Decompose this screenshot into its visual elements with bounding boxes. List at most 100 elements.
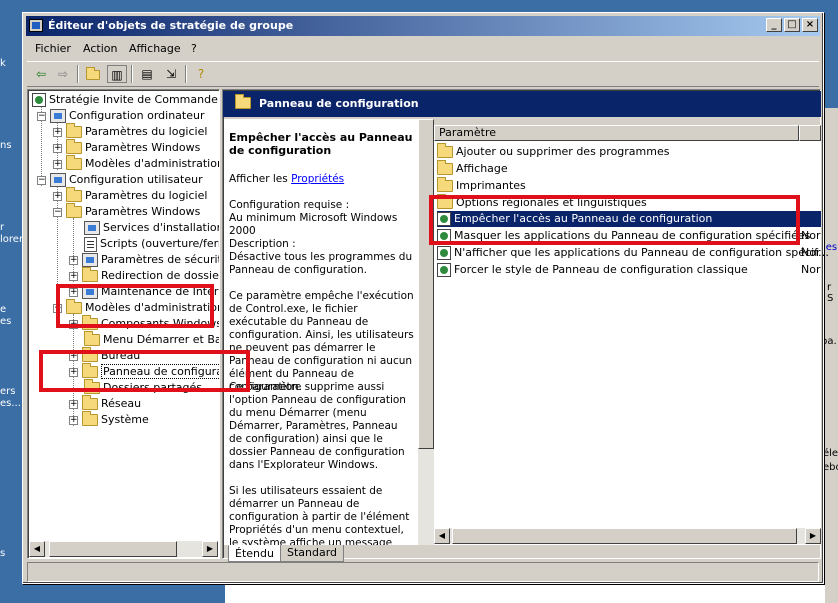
expand-toggle[interactable]: + [69,272,78,281]
view-tabs: Étendu Standard [228,545,438,563]
minimize-button[interactable]: _ [766,18,782,32]
scroll-left-arrow-icon[interactable]: ◀ [434,528,450,544]
export-list-icon[interactable]: ⇲ [161,65,181,83]
tree-item[interactable]: Paramètres Windows [66,139,200,156]
state-value: Nor [801,263,821,276]
tree-item[interactable]: Paramètres Windows [66,203,200,220]
folder-icon [437,177,453,192]
tree-item[interactable]: Redirection de dossiers [82,267,219,284]
forward-arrow-icon[interactable]: ⇨ [53,65,73,83]
script-icon [84,236,97,252]
expand-toggle[interactable]: + [53,160,62,169]
collapse-toggle[interactable]: − [37,176,46,185]
status-bar [27,562,819,582]
menu-help[interactable]: ? [191,42,197,55]
requirements-value: Au minimum Microsoft Windows 2000 [229,212,398,237]
tree-item[interactable]: Paramètres de sécurité [82,252,219,268]
highlight-box [39,350,250,392]
tree-horizontal-scrollbar[interactable]: ◀ ▶ [29,541,218,557]
desktop-text-fragment: e [0,304,7,315]
scroll-thumb[interactable] [418,119,434,449]
policy-icon [437,246,451,260]
tab-standard[interactable]: Standard [280,545,345,562]
scroll-left-arrow-icon[interactable]: ◀ [29,541,45,557]
toolbar-separator [131,65,133,83]
tree-item[interactable]: Menu Démarrer et Barr [84,331,219,348]
list-item[interactable]: Forcer le style de Panneau de configurat… [437,262,821,278]
tab-etendu[interactable]: Étendu [228,545,281,562]
policy-icon [32,93,46,107]
menu-fichier[interactable]: Fichier [35,42,71,55]
scroll-thumb[interactable] [452,528,797,544]
tree-item[interactable]: Modèles d'administration [66,155,219,172]
user-icon [50,173,66,187]
title-bar[interactable]: Éditeur d'objets de stratégie de groupe … [26,16,820,36]
state-value: Nor [801,246,821,259]
desktop-text-fragment: es... [0,398,21,409]
maximize-button[interactable]: □ [784,18,800,32]
folder-icon [82,411,98,426]
lock-icon [82,253,98,267]
tree-item[interactable]: Paramètres du logiciel [66,123,207,140]
scroll-thumb[interactable] [49,541,177,557]
list-item[interactable]: N'afficher que les applications du Panne… [437,245,829,261]
close-button[interactable]: × [802,18,818,32]
desktop-text-fragment: lorer [0,234,24,245]
setting-title: Empêcher l'accès au Panneau de configura… [229,131,413,157]
computer-icon [50,109,66,123]
desktop-text-fragment: k [0,58,6,69]
folder-icon [84,331,100,346]
properties-link[interactable]: Propriétés [291,173,344,185]
tree-item[interactable]: Scripts (ouverture/ferm [84,236,219,252]
scroll-right-arrow-icon[interactable]: ▶ [805,528,821,544]
collapse-toggle[interactable]: − [53,208,62,217]
toolbar-separator [185,65,187,83]
expand-toggle[interactable]: + [53,128,62,137]
tree-item[interactable]: Stratégie Invite de Commande et F [32,92,219,108]
menu-affichage[interactable]: Affichage [129,42,181,55]
tree-item[interactable]: Paramètres du logiciel [66,187,207,204]
details-header-title: Panneau de configuration [259,97,419,110]
description-label: Description : [229,238,296,250]
details-header: Panneau de configuration [223,91,821,117]
tree-item[interactable]: Configuration ordinateur [50,108,204,124]
menu-action[interactable]: Action [83,42,117,55]
app-icon [29,19,43,32]
requirements-label: Configuration requise : [229,199,350,211]
description-scrollbar[interactable] [418,119,434,545]
up-folder-icon[interactable] [83,65,103,83]
folder-icon [82,395,98,410]
state-value: Nor [801,229,821,242]
list-item[interactable]: Ajouter ou supprimer des programmes [437,143,817,160]
policy-icon [437,263,451,277]
show-tree-icon[interactable]: ▥ [107,65,127,83]
column-header-state[interactable] [799,125,821,141]
highlight-box [56,284,214,328]
desktop-text-fragment: r [0,222,5,233]
folder-icon [437,160,453,175]
list-horizontal-scrollbar[interactable]: ◀ ▶ [434,528,821,544]
list-item[interactable]: Affichage [437,160,817,177]
scroll-right-arrow-icon[interactable]: ▶ [202,541,218,557]
expand-toggle[interactable]: + [53,144,62,153]
column-header-parametre[interactable]: Paramètre [434,125,799,141]
description-panel: Empêcher l'accès au Panneau de configura… [224,119,432,545]
expand-toggle[interactable]: + [53,192,62,201]
description-paragraph: Ce paramètre empêche l'exécution de Cont… [229,290,414,393]
background-text: r S [827,282,834,304]
tree-item[interactable]: Système [82,411,149,428]
desktop-text-fragment: ns [0,140,12,151]
tree-item[interactable]: Services d'installation à [84,220,219,236]
description-paragraph: Si les utilisateurs essaient de démarrer… [229,485,410,545]
tree-item[interactable]: Configuration utilisateur [50,172,203,188]
desktop-text-fragment: es [0,316,12,327]
collapse-toggle[interactable]: − [37,112,46,121]
tree-item[interactable]: Réseau [82,395,141,412]
list-item[interactable]: Imprimantes [437,177,817,194]
expand-toggle[interactable]: + [69,400,78,409]
expand-toggle[interactable]: + [69,256,78,265]
back-arrow-icon[interactable]: ⇦ [31,65,51,83]
expand-toggle[interactable]: + [69,416,78,425]
properties-icon[interactable]: ▤ [137,65,157,83]
help-icon[interactable]: ? [191,65,211,83]
